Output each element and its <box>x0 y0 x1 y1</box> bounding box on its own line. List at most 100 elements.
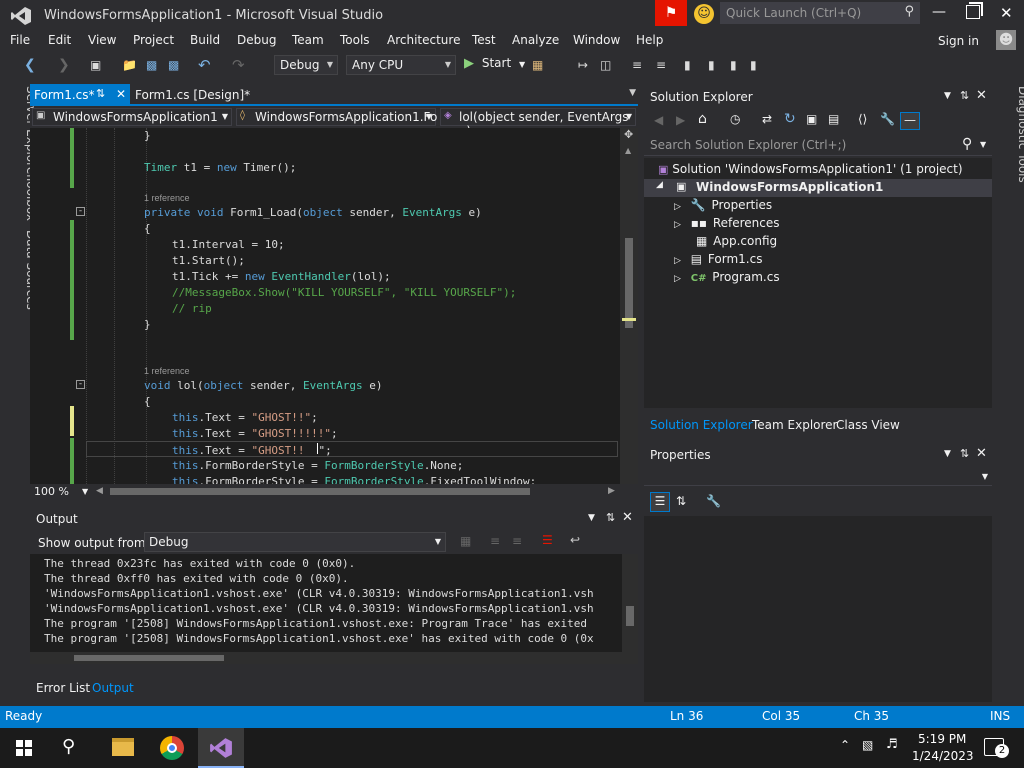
bookmark-next-icon[interactable]: ▮ <box>730 56 737 74</box>
step-icon[interactable]: ↦ <box>578 56 588 74</box>
clock-date[interactable]: 1/24/2023 <box>912 749 974 763</box>
diagnostic-tools-tab[interactable]: Diagnostic Tools <box>1000 86 1024 183</box>
menu-tools[interactable]: Tools <box>340 33 370 47</box>
class-dropdown[interactable]: ◊ WindowsFormsApplication1.Fo ▼ <box>236 108 437 126</box>
horizontal-scrollbar-thumb[interactable] <box>110 488 530 495</box>
navigate-back-icon[interactable]: ❮ <box>24 56 36 74</box>
collapse-toggle-icon[interactable]: - <box>76 380 85 389</box>
search-icon[interactable]: ⚲ <box>62 736 75 757</box>
code-editor[interactable]: - - } Timer t1 = new Timer(); 1 referenc… <box>30 128 638 484</box>
tree-item-properties[interactable]: ▷ 🔧 Properties <box>674 198 772 212</box>
menu-help[interactable]: Help <box>636 33 663 47</box>
codelens-reference[interactable]: 1 reference <box>144 366 190 376</box>
collapse-all-icon[interactable]: ▣ <box>806 112 817 126</box>
bookmark-icon[interactable]: ▮ <box>684 56 691 74</box>
output-source-select[interactable]: Debug ▼ <box>144 532 446 552</box>
pin-icon[interactable]: ⇅ <box>960 447 969 460</box>
scroll-left-icon[interactable]: ◀ <box>96 486 103 496</box>
volume-icon[interactable]: ♬ <box>886 737 898 752</box>
solution-platform-select[interactable]: Any CPU ▼ <box>346 55 456 75</box>
menu-architecture[interactable]: Architecture <box>387 33 460 47</box>
solution-config-select[interactable]: Debug ▼ <box>274 55 338 75</box>
home-icon[interactable]: ⌂ <box>698 111 707 127</box>
zoom-level[interactable]: 100 % <box>34 485 69 498</box>
refresh-icon[interactable]: ↻ <box>784 111 796 127</box>
scroll-up-icon[interactable]: ▲ <box>625 146 631 155</box>
categorized-icon[interactable]: ☰ <box>650 492 670 512</box>
collapsed-arrow-icon[interactable]: ▷ <box>674 274 681 284</box>
undo-icon[interactable]: ↶ <box>198 56 211 74</box>
notification-center-icon[interactable]: 2 <box>984 738 1009 758</box>
tab-class-view[interactable]: Class View <box>836 418 900 432</box>
menu-debug[interactable]: Debug <box>237 33 276 47</box>
panel-menu-icon[interactable]: ▼ <box>944 449 951 459</box>
back-icon[interactable]: ◀ <box>654 113 663 127</box>
close-tab-icon[interactable]: ✕ <box>116 87 126 101</box>
menu-window[interactable]: Window <box>573 33 620 47</box>
properties-wrench-icon[interactable]: 🔧 <box>880 112 895 126</box>
tree-item-app-config[interactable]: ▦ App.config <box>696 234 777 248</box>
save-all-icon[interactable]: ▩ <box>168 56 179 74</box>
redo-icon[interactable]: ↷ <box>232 56 245 74</box>
collapsed-arrow-icon[interactable]: ▷ <box>674 202 681 212</box>
next-message-icon[interactable]: ≡ <box>512 534 522 548</box>
alphabetical-icon[interactable]: ⇅ <box>676 494 686 508</box>
collapsed-arrow-icon[interactable]: ▷ <box>674 220 681 230</box>
menu-edit[interactable]: Edit <box>48 33 71 47</box>
quick-launch-input[interactable]: Quick Launch (Ctrl+Q) ⚲ <box>720 2 920 24</box>
properties-object-select[interactable]: ▼ <box>644 468 992 486</box>
attach-icon[interactable]: ▦ <box>532 56 543 74</box>
codelens-reference[interactable]: 1 reference <box>144 193 190 203</box>
chevron-down-icon[interactable]: ▼ <box>82 487 88 496</box>
tab-overflow-icon[interactable]: ▼ <box>629 88 636 98</box>
pin-icon[interactable]: ⇅ <box>606 511 615 524</box>
property-pages-icon[interactable]: 🔧 <box>706 494 721 508</box>
tree-solution-node[interactable]: ▣ Solution 'WindowsFormsApplication1' (1… <box>658 162 963 176</box>
account-avatar-icon[interactable]: ☻ <box>996 30 1016 50</box>
tree-item-form1-cs[interactable]: ▷ ▤ Form1.cs <box>674 252 762 266</box>
layout-icon[interactable]: ◫ <box>600 56 611 74</box>
menu-build[interactable]: Build <box>190 33 220 47</box>
tree-project-node[interactable]: ◢ ▣ WindowsFormsApplication1 <box>644 179 992 197</box>
network-icon[interactable]: ▧ <box>862 738 873 752</box>
show-all-files-icon[interactable]: ▤ <box>828 112 839 126</box>
output-horizontal-scrollbar[interactable] <box>30 652 622 664</box>
collapse-toggle-icon[interactable]: - <box>76 207 85 216</box>
close-panel-icon[interactable]: ✕ <box>622 510 633 525</box>
output-vertical-scrollbar[interactable] <box>622 554 638 664</box>
tab-error-list[interactable]: Error List <box>36 681 90 695</box>
tab-form1-cs[interactable]: Form1.cs* ⇅ ✕ <box>30 84 130 106</box>
history-icon[interactable]: ◷ <box>730 112 740 126</box>
split-icon[interactable]: ✥ <box>624 128 633 141</box>
menu-project[interactable]: Project <box>133 33 174 47</box>
smiley-icon[interactable]: ☺ <box>694 4 714 24</box>
editor-vertical-scrollbar[interactable]: ✥ ▲ <box>620 128 638 484</box>
member-dropdown[interactable]: ◈ lol(object sender, EventArgs e) ▼ <box>440 108 636 138</box>
menu-team[interactable]: Team <box>292 33 324 47</box>
sign-in-link[interactable]: Sign in <box>938 34 979 48</box>
close-panel-icon[interactable]: ✕ <box>976 88 987 103</box>
forward-icon[interactable]: ▶ <box>676 113 685 127</box>
scrollbar-thumb[interactable] <box>74 655 224 661</box>
tree-item-program-cs[interactable]: ▷ C# Program.cs <box>674 270 780 284</box>
navigate-forward-icon[interactable]: ❯ <box>58 56 70 74</box>
tab-solution-explorer[interactable]: Solution Explorer <box>650 418 753 432</box>
menu-view[interactable]: View <box>88 33 116 47</box>
tab-team-explorer[interactable]: Team Explorer <box>752 418 838 432</box>
scrollbar-thumb[interactable] <box>625 238 633 328</box>
maximize-button[interactable] <box>966 5 980 19</box>
new-project-icon[interactable]: ▣ <box>90 56 101 74</box>
menu-test[interactable]: Test <box>472 33 496 47</box>
tree-item-references[interactable]: ▷ ▪▪ References <box>674 216 780 230</box>
scroll-right-icon[interactable]: ▶ <box>608 486 615 496</box>
sync-icon[interactable]: ⇄ <box>762 112 772 126</box>
close-panel-icon[interactable]: ✕ <box>976 446 987 461</box>
pin-icon[interactable]: ⇅ <box>96 87 105 100</box>
tray-overflow-icon[interactable]: ⌃ <box>840 738 850 752</box>
start-button[interactable]: ▶ Start ▼ <box>464 56 525 74</box>
preview-selected-icon[interactable]: — <box>900 112 920 130</box>
expanded-arrow-icon[interactable]: ◢ <box>656 180 663 190</box>
panel-menu-icon[interactable]: ▼ <box>588 513 595 523</box>
visual-studio-taskbar-icon[interactable] <box>198 728 244 768</box>
uncomment-lines-icon[interactable]: ≡ <box>656 56 666 74</box>
